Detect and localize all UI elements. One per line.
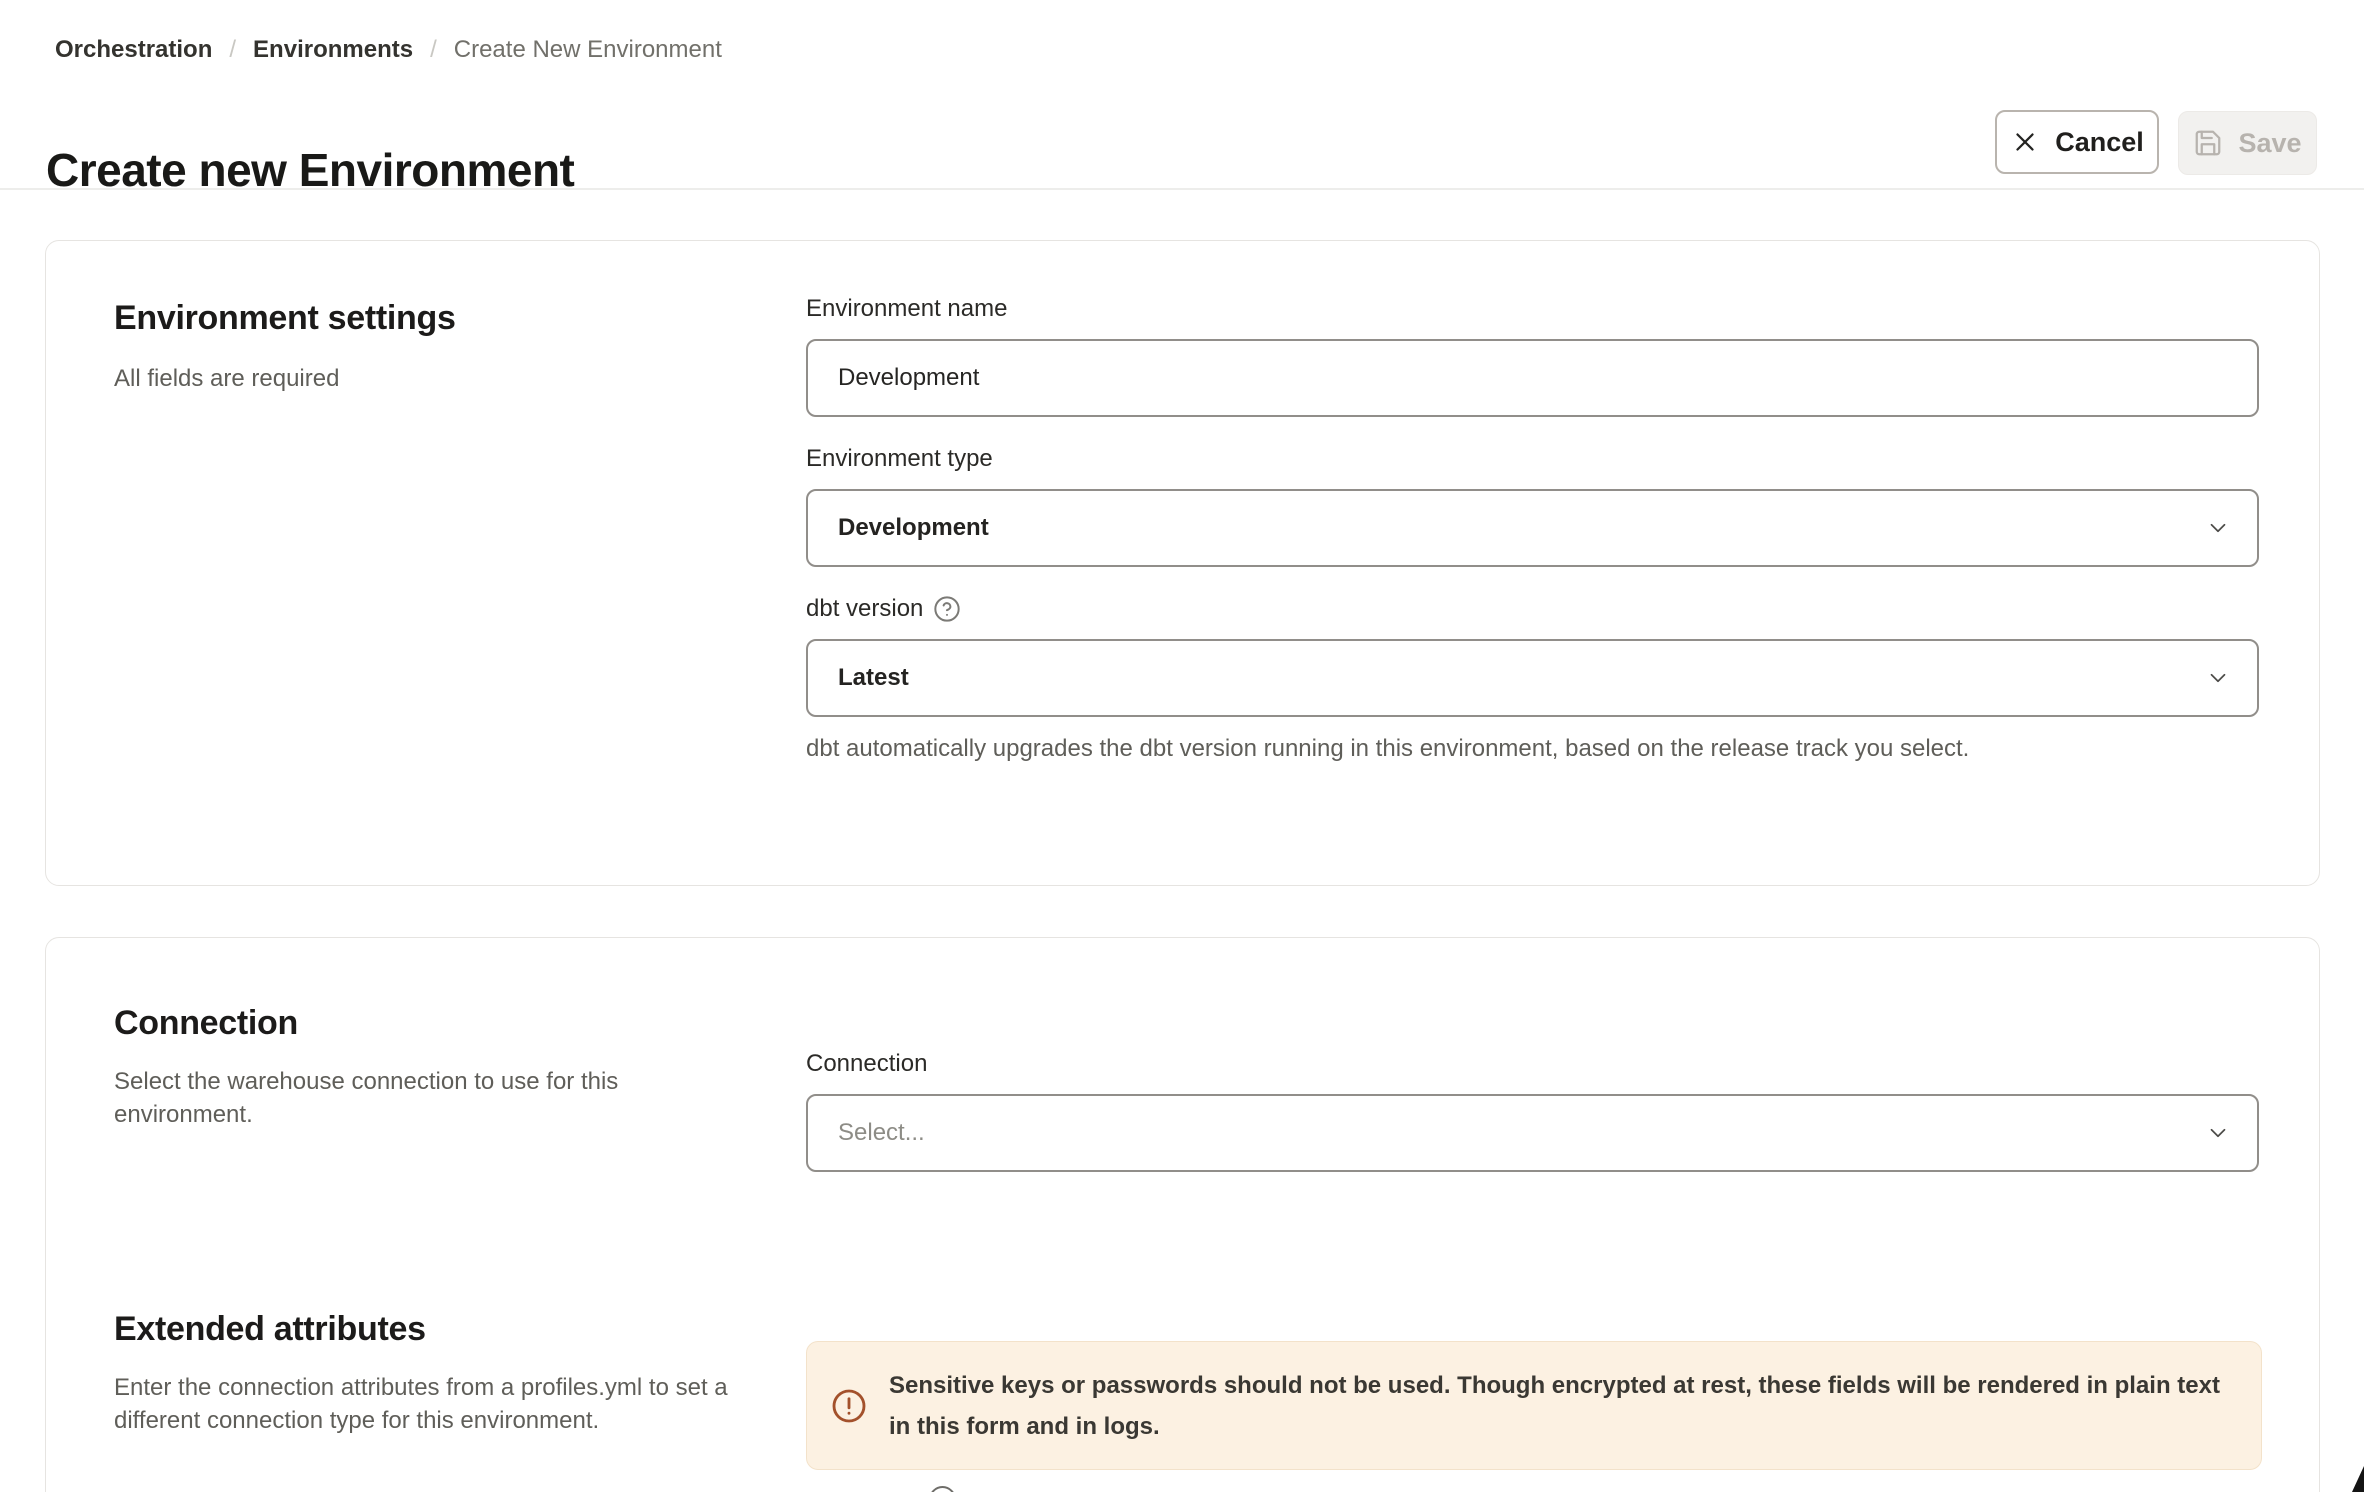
environment-settings-card: Environment settings All fields are requ… <box>45 240 2320 886</box>
connection-card: Connection Select the warehouse connecti… <box>45 937 2320 1492</box>
chevron-down-icon <box>2205 665 2231 691</box>
environment-name-input[interactable] <box>806 339 2259 417</box>
connection-select-label: Connection <box>806 1050 2259 1078</box>
save-button[interactable]: Save <box>2178 111 2317 175</box>
extended-attributes-heading: Extended attributes <box>114 1310 744 1349</box>
environment-type-label: Environment type <box>806 445 2259 473</box>
breadcrumb: Orchestration / Environments / Create Ne… <box>55 36 722 64</box>
breadcrumb-current-page: Create New Environment <box>454 36 722 64</box>
environment-name-label: Environment name <box>806 295 2259 323</box>
sensitive-data-warning-text: Sensitive keys or passwords should not b… <box>889 1365 2229 1447</box>
save-button-label: Save <box>2238 128 2301 159</box>
dbt-version-label: dbt version <box>806 595 2259 623</box>
connection-select[interactable]: Select... <box>806 1094 2259 1172</box>
cancel-button[interactable]: Cancel <box>1995 110 2159 174</box>
breadcrumb-orchestration[interactable]: Orchestration <box>55 36 212 64</box>
breadcrumb-separator: / <box>229 36 236 64</box>
dbt-version-value: Latest <box>838 664 909 692</box>
connection-heading: Connection <box>114 1004 674 1043</box>
connection-subheading: Select the warehouse connection to use f… <box>114 1065 674 1131</box>
chevron-down-icon <box>2205 1120 2231 1146</box>
chevron-down-icon <box>2205 515 2231 541</box>
cancel-button-label: Cancel <box>2055 127 2144 158</box>
alert-icon <box>831 1388 867 1424</box>
help-icon[interactable] <box>933 595 961 623</box>
dbt-version-help-text: dbt automatically upgrades the dbt versi… <box>806 735 2259 763</box>
environment-type-select[interactable]: Development <box>806 489 2259 567</box>
environment-type-value: Development <box>838 514 989 542</box>
breadcrumb-environments[interactable]: Environments <box>253 36 413 64</box>
breadcrumb-separator: / <box>430 36 437 64</box>
dbt-version-select[interactable]: Latest <box>806 639 2259 717</box>
create-environment-page: Orchestration / Environments / Create Ne… <box>0 0 2364 1492</box>
extended-attributes-subheading: Enter the connection attributes from a p… <box>114 1371 744 1437</box>
close-icon <box>2010 127 2040 157</box>
environment-settings-subheading: All fields are required <box>114 362 456 395</box>
sensitive-data-warning: Sensitive keys or passwords should not b… <box>806 1341 2262 1470</box>
mouse-cursor <box>2352 1466 2364 1492</box>
environment-settings-heading: Environment settings <box>114 299 456 338</box>
connection-select-placeholder: Select... <box>838 1119 925 1147</box>
header-divider <box>0 188 2364 190</box>
save-icon <box>2193 128 2223 158</box>
